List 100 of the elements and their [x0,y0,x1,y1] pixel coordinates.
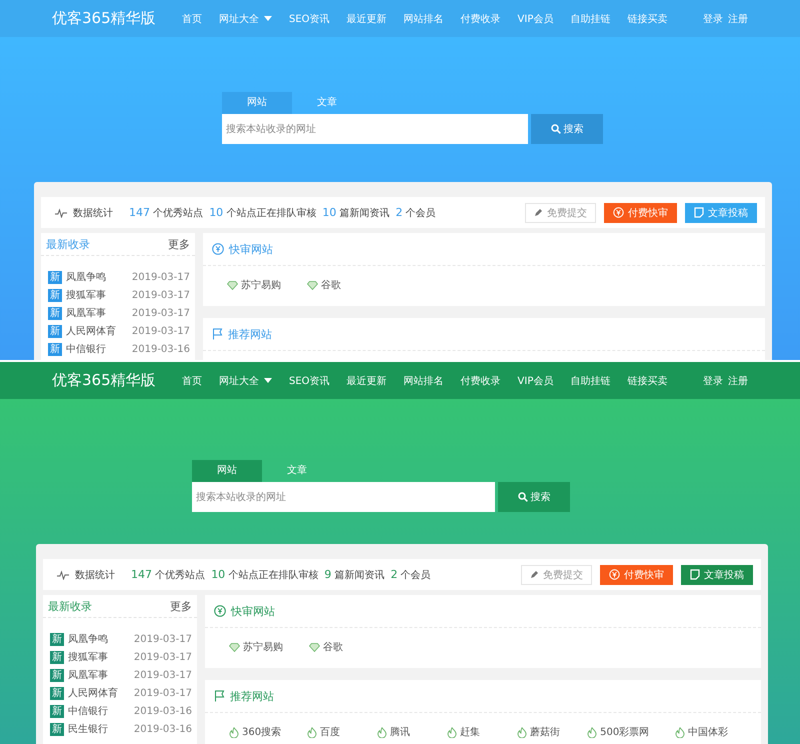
search-tab[interactable]: 网站 [192,460,262,482]
site-link[interactable]: 赶集 [447,725,492,739]
stat-text: 2 个会员 [390,568,431,582]
pulse-icon [57,570,69,580]
flame-icon [447,726,458,738]
stat-text: 10 个站点正在排队审核 [211,568,318,582]
search-tab[interactable]: 网站 [222,92,292,114]
site-link[interactable]: 苏宁易购 [227,278,281,292]
new-badge: 新 [50,704,64,718]
site-link[interactable]: 中国体彩 [675,725,728,739]
action-button[interactable]: 免费提交 [525,202,596,222]
site-link[interactable]: 蘑菇街 [517,725,562,739]
date-text: 2019-03-17 [132,272,190,282]
site-link[interactable]: 苏宁易购 [229,640,283,654]
nav-link[interactable]: 链接买卖 [625,12,670,26]
nav-link[interactable]: 自助挂链 [568,374,612,388]
site-link[interactable]: 中信银行 [68,704,108,718]
site-link[interactable]: 500彩票网 [587,725,650,739]
site-link[interactable]: 腾讯 [377,725,422,739]
new-badge: 新 [50,668,64,682]
site-link[interactable]: 谷歌 [309,640,353,654]
date-text: 2019-03-16 [132,344,190,354]
site-link[interactable]: 凤凰军事 [66,306,106,320]
nav-link[interactable]: VIP会员 [516,374,556,388]
action-button[interactable]: 付费快审 [600,564,673,584]
auth-link[interactable]: 注册 [728,374,748,388]
auth-link[interactable]: 注册 [728,12,748,26]
site-link[interactable]: 360搜索 [229,725,282,739]
flame-icon [307,726,318,738]
site-link[interactable]: 民生银行 [68,722,108,736]
nav-link[interactable]: 最近更新 [344,374,389,388]
nav-link[interactable]: 自助挂链 [568,12,612,26]
stat-text: 9 篇新闻资讯 [324,568,385,582]
new-badge: 新 [50,650,64,664]
search-field[interactable]: 搜索本站收录的网址 [222,114,528,144]
panel-title: 最新收录 [46,236,90,252]
nav-link[interactable]: 最近更新 [344,12,389,26]
site-logo[interactable]: 优客365精华版 [52,371,180,390]
pencil-icon [534,208,543,217]
nav-link[interactable]: VIP会员 [516,12,556,26]
nav-link[interactable]: 首页 [180,374,204,388]
flame-icon [675,726,686,738]
action-button[interactable]: 文章投稿 [685,202,757,222]
site-link[interactable]: 凤凰争鸣 [66,270,106,284]
site-link[interactable]: 搜狐军事 [68,650,108,664]
auth-link[interactable]: 登录 [703,12,723,26]
date-text: 2019-03-16 [134,724,192,734]
nav-link[interactable]: 网址大全 [217,374,274,388]
nav-link[interactable]: SEO资讯 [287,374,332,388]
date-text: 2019-03-17 [132,308,190,318]
date-text: 2019-03-16 [134,706,192,716]
site-link[interactable]: 搜狐军事 [66,288,106,302]
action-button[interactable]: 付费快审 [604,202,677,222]
new-badge: 新 [50,722,64,736]
nav-link[interactable]: 链接买卖 [625,374,670,388]
site-link[interactable]: 百度 [307,725,352,739]
auth-link[interactable]: 登录 [703,374,723,388]
new-badge: 新 [48,324,62,338]
caret-icon [264,16,272,21]
nav-link[interactable]: 付费收录 [458,12,503,26]
search-button[interactable]: 搜索 [531,114,603,144]
site-logo[interactable]: 优客365精华版 [52,9,180,28]
site-link[interactable]: 中信银行 [66,342,106,356]
diamond-icon [227,280,238,290]
flame-icon [229,726,239,738]
document-icon [690,569,700,580]
search-field[interactable]: 搜索本站收录的网址 [192,482,495,512]
nav-link[interactable]: 首页 [180,12,204,26]
search-tab[interactable]: 文章 [262,460,332,482]
action-button[interactable]: 文章投稿 [681,564,753,584]
search-button[interactable]: 搜索 [498,482,570,512]
nav-link[interactable]: SEO资讯 [287,12,332,26]
pulse-icon [55,208,67,218]
stat-text: 10 个站点正在排队审核 [209,206,316,220]
flame-icon [377,726,388,738]
new-badge: 新 [48,306,62,320]
date-text: 2019-03-17 [134,688,192,698]
search-tab[interactable]: 文章 [292,92,362,114]
stats-title: 数据统计 [75,568,115,582]
new-badge: 新 [48,342,62,356]
site-link[interactable]: 人民网体育 [66,324,116,338]
search-icon [518,492,528,502]
more-link[interactable]: 更多 [168,236,190,252]
action-button[interactable]: 免费提交 [521,564,592,584]
document-icon [694,207,704,218]
diamond-icon [309,642,320,652]
section-title: 推荐网站 [230,688,274,704]
nav-link[interactable]: 网站排名 [402,12,446,26]
site-link[interactable]: 谷歌 [307,278,351,292]
site-link[interactable]: 凤凰军事 [68,668,108,682]
stats-title: 数据统计 [73,206,113,220]
site-link[interactable]: 人民网体育 [68,686,118,700]
site-link[interactable]: 凤凰争鸣 [68,632,108,646]
nav-link[interactable]: 网站排名 [402,374,446,388]
more-link[interactable]: 更多 [170,598,192,614]
stat-text: 10 篇新闻资讯 [322,206,390,220]
flame-icon [517,726,528,738]
nav-link[interactable]: 网址大全 [217,12,274,26]
nav-link[interactable]: 付费收录 [458,374,503,388]
flag-icon [212,328,223,340]
